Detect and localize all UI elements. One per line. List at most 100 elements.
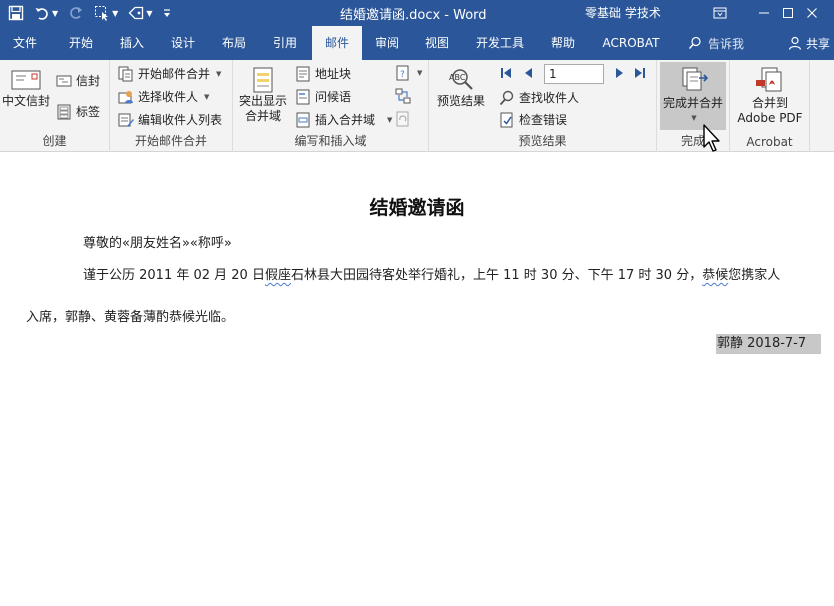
find-recipient-button[interactable]: 查找收件人 [499, 89, 579, 106]
envelope-icon [10, 66, 42, 94]
undo-button[interactable]: ▼ [32, 2, 60, 24]
adobe-pdf-merge-icon [754, 66, 786, 96]
find-recipient-label: 查找收件人 [519, 89, 579, 106]
record-number-input[interactable]: 1 [544, 64, 604, 84]
group-start-mail-merge-label: 开始邮件合并 [110, 132, 232, 149]
select-cursor-icon [94, 5, 110, 21]
select-recipients-button[interactable]: 选择收件人 ▼ [118, 88, 209, 105]
previous-record-button[interactable] [522, 66, 536, 80]
insert-merge-field-button[interactable]: 插入合并域 ▼ [295, 111, 392, 128]
share-button[interactable]: 共享 [788, 26, 830, 60]
update-labels-icon [395, 111, 411, 127]
quick-access-toolbar: ▼ ▼ ▼ [6, 0, 174, 26]
update-labels-button[interactable] [395, 111, 411, 127]
body-text-part3: 您携家人 [728, 268, 780, 283]
tab-layout[interactable]: 布局 [209, 26, 259, 60]
address-block-icon [295, 66, 311, 82]
highlight-document-icon [250, 66, 276, 94]
close-button[interactable] [790, 0, 834, 26]
tag-icon [128, 5, 144, 21]
document-title: 结婚邀请函.docx - Word [340, 4, 487, 23]
signature-selected: 郭静 2018-7-7 [716, 334, 821, 354]
body-line-1: 谨于公历 2011 年 02 月 20 日假座石林县大田园待客处举行婚礼，上午 … [83, 264, 780, 283]
finish-and-merge-label: 完成并合并 [663, 96, 723, 111]
envelope-small-icon [56, 74, 72, 88]
insert-merge-field-label: 插入合并域 [315, 111, 375, 128]
edit-list-icon [118, 112, 134, 128]
rules-button[interactable]: ? ▼ [395, 65, 422, 81]
greeting-line-button[interactable]: 问候语 [295, 88, 351, 105]
start-mail-merge-button[interactable]: 开始邮件合并 ▼ [118, 65, 221, 82]
share-label: 共享 [806, 35, 830, 52]
first-record-button[interactable] [499, 66, 513, 80]
body-text-part2: 石林县大田园待客处举行婚礼，上午 11 时 30 分、下午 17 时 30 分， [291, 268, 702, 283]
first-record-icon [499, 66, 513, 80]
merge-to-adobe-pdf-button[interactable]: 合并到 Adobe PDF [734, 66, 806, 126]
chevron-down-icon[interactable]: ▼ [112, 9, 118, 18]
finish-merge-icon [677, 66, 709, 96]
redo-button[interactable] [66, 2, 86, 24]
next-record-button[interactable] [612, 66, 626, 80]
tab-design[interactable]: 设计 [158, 26, 208, 60]
preview-results-button[interactable]: ABC 预览结果 [433, 66, 489, 109]
group-write-insert-fields: 突出显示 合并域 地址块 问候语 [233, 60, 429, 152]
merge-pdf-label-line2: Adobe PDF [737, 111, 802, 126]
group-preview-results-label: 预览结果 [429, 132, 656, 149]
address-block-label: 地址块 [315, 65, 351, 82]
group-acrobat-label: Acrobat [730, 135, 809, 149]
finish-and-merge-button[interactable]: 完成并合并 ▼ [660, 62, 726, 130]
insert-field-icon [295, 112, 311, 128]
last-record-button[interactable] [633, 66, 647, 80]
title-bar: ▼ ▼ ▼ [0, 0, 834, 26]
tag-button[interactable]: ▼ [126, 2, 154, 24]
person-icon [788, 36, 802, 50]
chevron-down-icon[interactable]: ▼ [146, 9, 152, 18]
check-errors-label: 检查错误 [519, 111, 567, 128]
select-object-button[interactable]: ▼ [92, 2, 120, 24]
previous-record-icon [522, 66, 536, 80]
account-name[interactable]: 零基础 学技术 [585, 4, 661, 21]
highlight-merge-fields-button[interactable]: 突出显示 合并域 [236, 66, 290, 124]
tell-me-label: 告诉我 [708, 35, 744, 52]
customize-qat-button[interactable] [160, 2, 174, 24]
envelope-button[interactable]: 信封 [56, 72, 100, 89]
greeting-line-label: 问候语 [315, 88, 351, 105]
tab-references[interactable]: 引用 [260, 26, 310, 60]
tab-review[interactable]: 审阅 [362, 26, 412, 60]
match-fields-icon [395, 88, 411, 104]
group-start-mail-merge: 开始邮件合并 ▼ 选择收件人 ▼ 编辑收件人列表 [110, 60, 233, 152]
document-merge-icon [118, 66, 134, 82]
start-mail-merge-label: 开始邮件合并 [138, 65, 210, 82]
chevron-down-icon[interactable]: ▼ [52, 9, 58, 18]
svg-text:?: ? [400, 70, 405, 80]
tab-developer[interactable]: 开发工具 [470, 26, 530, 60]
chinese-envelope-button[interactable]: 中文信封 [0, 66, 52, 109]
tab-acrobat[interactable]: ACROBAT [594, 26, 668, 60]
tab-mailings[interactable]: 邮件 [312, 26, 362, 60]
ribbon-display-button[interactable] [698, 0, 742, 26]
save-button[interactable] [6, 2, 26, 24]
merge-pdf-label-line1: 合并到 [752, 96, 788, 111]
match-fields-button[interactable] [395, 88, 411, 104]
rules-icon: ? [395, 65, 411, 81]
tell-me-box[interactable]: 告诉我 [688, 26, 744, 60]
check-errors-button[interactable]: 检查错误 [499, 111, 567, 128]
word-window: ▼ ▼ ▼ [0, 0, 834, 606]
tab-home[interactable]: 开始 [56, 26, 106, 60]
tab-help[interactable]: 帮助 [538, 26, 588, 60]
tab-insert[interactable]: 插入 [107, 26, 157, 60]
labels-button[interactable]: 标签 [56, 103, 100, 120]
document-heading: 结婚邀请函 [0, 193, 834, 220]
find-recipient-icon [499, 90, 515, 106]
tab-view[interactable]: 视图 [412, 26, 462, 60]
edit-recipient-list-button[interactable]: 编辑收件人列表 [118, 111, 222, 128]
document-canvas[interactable]: 结婚邀请函 尊敬的«朋友姓名»«称呼» 谨于公历 2011 年 02 月 20 … [0, 153, 834, 606]
address-block-button[interactable]: 地址块 [295, 65, 351, 82]
redo-icon [68, 5, 84, 21]
group-write-insert-label: 编写和插入域 [233, 132, 428, 149]
chevron-down-icon: ▼ [216, 70, 221, 78]
spelling-flag-2: 恭候 [702, 268, 728, 283]
tab-file[interactable]: 文件 [0, 26, 50, 60]
ribbon-tab-bar: 文件 开始 插入 设计 布局 引用 邮件 审阅 视图 开发工具 帮助 ACROB… [0, 26, 834, 60]
chevron-down-icon: ▼ [691, 111, 696, 126]
